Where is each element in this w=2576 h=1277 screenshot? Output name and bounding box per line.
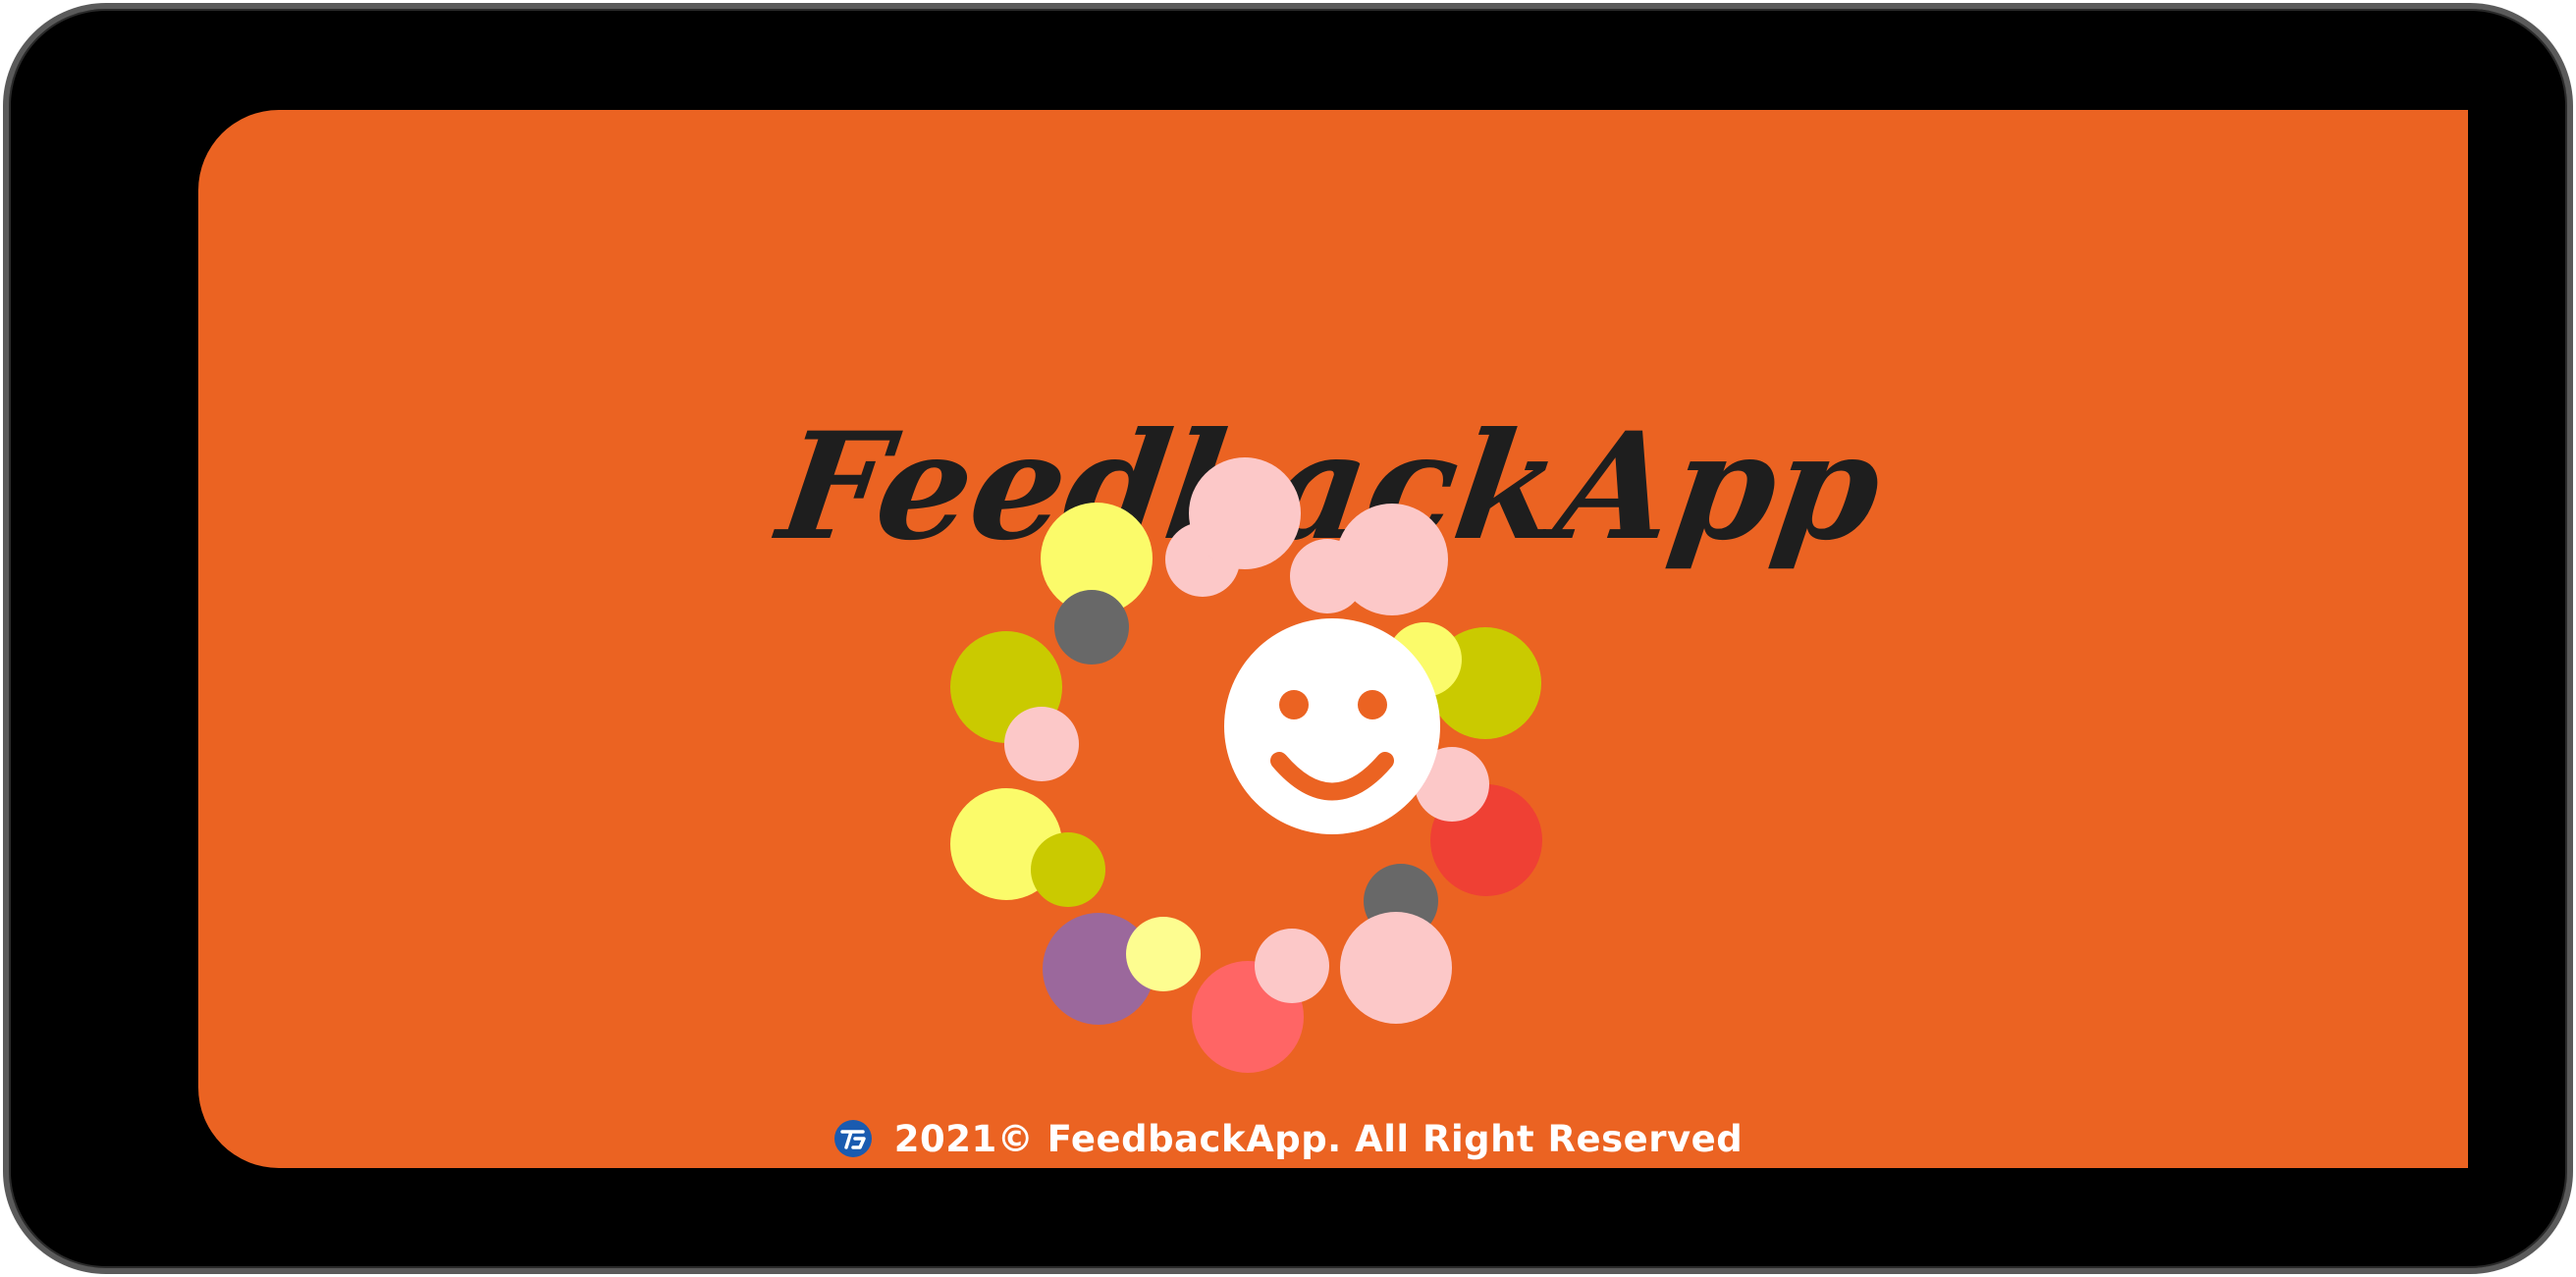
bubble-pink	[1340, 912, 1452, 1024]
bubble-pink	[1004, 707, 1079, 781]
bubble-pink	[1255, 929, 1329, 1003]
bubble-yellow	[1126, 917, 1201, 991]
bubble-gray	[1054, 590, 1129, 665]
smiley-face-icon	[1224, 618, 1440, 834]
splash-artwork: FeedbackApp	[198, 110, 2468, 1168]
bubble-olive	[1031, 832, 1105, 907]
bubble-pink	[1189, 457, 1301, 569]
splash-screen: FeedbackApp	[198, 110, 2468, 1168]
bubble-pink	[1336, 504, 1448, 615]
